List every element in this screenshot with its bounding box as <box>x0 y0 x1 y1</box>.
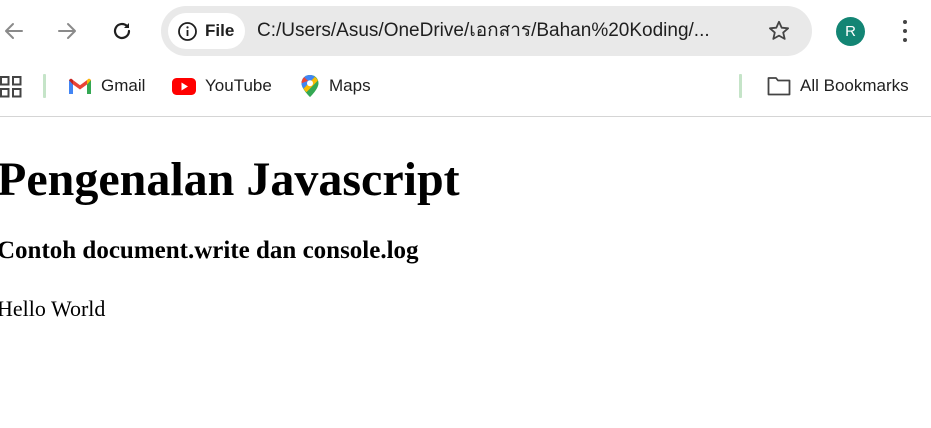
page-heading: Pengenalan Javascript <box>0 153 460 206</box>
kebab-menu-icon <box>903 20 907 24</box>
gmail-icon <box>69 78 91 94</box>
profile-initial: R <box>845 23 856 40</box>
info-icon <box>178 21 197 41</box>
forward-arrow-icon <box>58 23 76 39</box>
page-subheading: Contoh document.write dan console.log <box>0 237 419 264</box>
profile-avatar[interactable]: R <box>836 17 865 46</box>
url-text[interactable]: C:/Users/Asus/OneDrive/เอกสาร/Bahan%20Ko… <box>257 6 747 56</box>
bookmarks-separator <box>739 74 742 98</box>
apps-grid-icon <box>0 76 22 98</box>
all-bookmarks-label: All Bookmarks <box>800 76 909 95</box>
site-info-chip[interactable]: File <box>168 13 246 49</box>
bookmark-gmail[interactable]: Gmail <box>68 71 145 101</box>
page-body-text: Hello World <box>0 296 106 321</box>
bookmarks-separator <box>43 74 46 98</box>
maps-icon <box>301 75 319 97</box>
all-bookmarks-button[interactable]: All Bookmarks <box>767 71 909 101</box>
bookmark-label: Gmail <box>101 76 146 95</box>
browser-toolbar: File C:/Users/Asus/OneDrive/เอกสาร/Bahan… <box>0 0 931 62</box>
page-content: Pengenalan Javascript Contoh document.wr… <box>0 117 931 428</box>
site-chip-label: File <box>205 21 235 40</box>
reload-button[interactable] <box>104 13 140 49</box>
star-icon <box>769 20 789 40</box>
browser-menu-button[interactable] <box>893 17 917 45</box>
back-button[interactable] <box>0 13 32 49</box>
youtube-icon <box>172 77 196 95</box>
bookmark-label: Maps <box>329 76 371 95</box>
bookmark-star-button[interactable] <box>766 18 792 44</box>
apps-button[interactable] <box>0 76 22 98</box>
reload-icon <box>113 22 131 40</box>
forward-button[interactable] <box>49 13 85 49</box>
folder-icon <box>767 77 791 96</box>
bookmark-maps[interactable]: Maps <box>300 71 371 101</box>
address-bar[interactable]: File C:/Users/Asus/OneDrive/เอกสาร/Bahan… <box>161 6 812 56</box>
bookmarks-bar: Gmail YouTube Maps All Bookmarks <box>0 62 931 110</box>
bookmark-youtube[interactable]: YouTube <box>172 71 272 101</box>
back-arrow-icon <box>5 23 23 39</box>
browser-chrome: File C:/Users/Asus/OneDrive/เอกสาร/Bahan… <box>0 0 931 117</box>
bookmark-label: YouTube <box>205 76 272 95</box>
